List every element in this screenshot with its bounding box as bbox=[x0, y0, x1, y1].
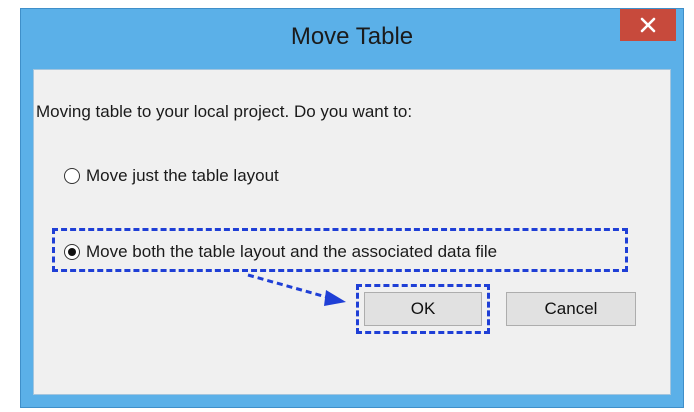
radio-selected-dot bbox=[68, 248, 76, 256]
close-button[interactable] bbox=[620, 9, 676, 41]
radio-button-unselected[interactable] bbox=[64, 168, 80, 184]
cancel-button[interactable]: Cancel bbox=[506, 292, 636, 326]
radio-label-layout-and-data: Move both the table layout and the assoc… bbox=[86, 242, 498, 261]
radio-button-selected[interactable] bbox=[64, 244, 80, 260]
ok-button[interactable]: OK bbox=[364, 292, 482, 326]
move-table-dialog: Move Table Moving table to your local pr… bbox=[20, 8, 684, 408]
radio-move-layout-only[interactable]: Move just the table layout bbox=[64, 166, 279, 186]
dialog-body: Moving table to your local project. Do y… bbox=[33, 69, 671, 395]
dialog-title: Move Table bbox=[290, 23, 414, 50]
close-icon bbox=[640, 17, 656, 33]
radio-label-layout-only: Move just the table layout bbox=[86, 166, 279, 185]
prompt-text: Moving table to your local project. Do y… bbox=[36, 102, 413, 121]
radio-move-layout-and-data[interactable]: Move both the table layout and the assoc… bbox=[64, 242, 497, 262]
title-bar[interactable]: Move Table bbox=[21, 9, 683, 69]
